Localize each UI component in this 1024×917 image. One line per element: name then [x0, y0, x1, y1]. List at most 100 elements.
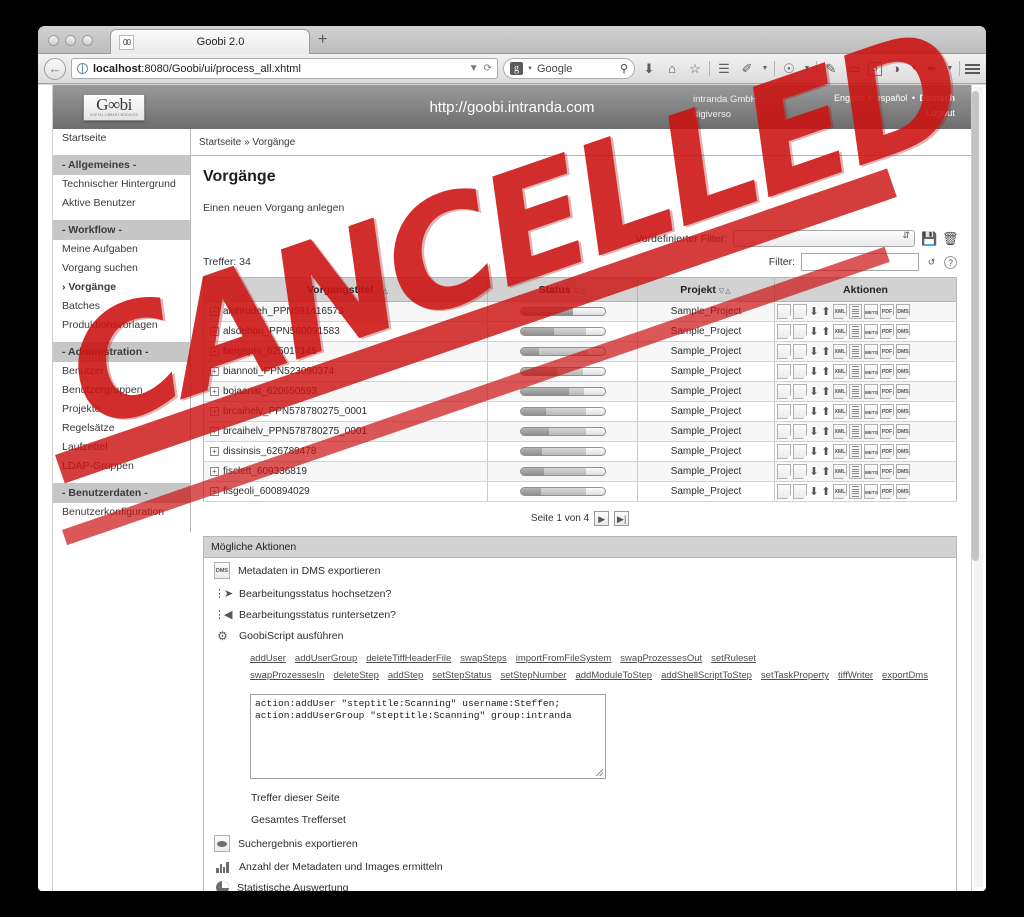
- page-scrollbar-track[interactable]: [972, 87, 983, 887]
- sidebar-item-ldap-gruppen[interactable]: LDAP-Gruppen: [53, 457, 190, 476]
- xml-export-icon[interactable]: XML: [833, 424, 847, 439]
- expand-row-icon[interactable]: +: [210, 366, 219, 376]
- goobiscript-link-setruleset[interactable]: setRuleset: [711, 650, 756, 667]
- sidebar-item-vorgang-suchen[interactable]: Vorgang suchen: [53, 259, 190, 278]
- goobiscript-textarea[interactable]: action:addUser "steptitle:Scanning" user…: [250, 694, 606, 779]
- details-icon[interactable]: [793, 424, 807, 439]
- mets-export-icon[interactable]: METS: [864, 444, 878, 459]
- dms-export-icon[interactable]: DMS: [896, 424, 910, 439]
- mets-export-icon[interactable]: METS: [864, 304, 878, 319]
- browser-tab[interactable]: 00 Goobi 2.0: [110, 29, 310, 54]
- details-icon[interactable]: [793, 384, 807, 399]
- expand-row-icon[interactable]: +: [210, 346, 219, 356]
- process-title-label[interactable]: brcaihelv_PPN578780275_0001: [223, 406, 367, 417]
- details-icon[interactable]: [793, 364, 807, 379]
- expand-row-icon[interactable]: +: [210, 486, 219, 496]
- metadata-icon[interactable]: [849, 384, 862, 399]
- upload-icon[interactable]: ⬆: [821, 445, 831, 458]
- xml-export-icon[interactable]: XML: [833, 484, 847, 499]
- mets-export-icon[interactable]: METS: [864, 344, 878, 359]
- copy-process-icon[interactable]: [777, 444, 791, 459]
- sort-arrows-icon[interactable]: ▽△: [571, 288, 587, 295]
- language-espanol[interactable]: español: [876, 93, 908, 103]
- goobiscript-link-deletetiffheaderfile[interactable]: deleteTiffHeaderFile: [366, 650, 451, 667]
- download-icon[interactable]: ⬇: [809, 365, 819, 378]
- dms-export-icon[interactable]: DMS: [896, 344, 910, 359]
- copy-process-icon[interactable]: [777, 464, 791, 479]
- download-icon[interactable]: ⬇: [809, 425, 819, 438]
- new-process-link[interactable]: Einen neuen Vorgang anlegen: [203, 202, 957, 214]
- eyedropper-caret-icon[interactable]: ▼: [761, 65, 769, 72]
- sidebar-item-benutzer[interactable]: Benutzer: [53, 362, 190, 381]
- screenshot-icon[interactable]: S: [868, 61, 882, 76]
- pdf-export-icon[interactable]: PDF: [880, 384, 894, 399]
- process-title-label[interactable]: biannoti_PPN523090374: [223, 366, 334, 377]
- details-icon[interactable]: [793, 484, 807, 499]
- expand-row-icon[interactable]: +: [210, 386, 219, 396]
- details-icon[interactable]: [793, 464, 807, 479]
- column-header-title[interactable]: Vorgangstitel ▽△: [203, 277, 488, 302]
- download-icon[interactable]: ⬇: [809, 485, 819, 498]
- upload-icon[interactable]: ⬆: [821, 405, 831, 418]
- xml-export-icon[interactable]: XML: [833, 404, 847, 419]
- copy-process-icon[interactable]: [777, 324, 791, 339]
- process-title-label[interactable]: dissinsis_626789478: [223, 446, 316, 457]
- process-title-label[interactable]: fisclett_609336819: [223, 466, 307, 477]
- expand-row-icon[interactable]: +: [210, 446, 219, 456]
- mets-export-icon[interactable]: METS: [864, 384, 878, 399]
- sidebar-item-vorg-nge[interactable]: Vorgänge: [53, 278, 190, 297]
- download-icon[interactable]: ⬇: [809, 465, 819, 478]
- filter-reset-icon[interactable]: ↺: [925, 256, 938, 269]
- copy-process-icon[interactable]: [777, 364, 791, 379]
- sidebar-item-benutzerkonfiguration[interactable]: Benutzerkonfiguration: [53, 503, 190, 522]
- action-status-down[interactable]: ⋮◀ Bearbeitungsstatus runtersetzen?: [204, 604, 956, 625]
- mets-export-icon[interactable]: METS: [864, 424, 878, 439]
- zoom-window-button[interactable]: [82, 35, 93, 46]
- expand-row-icon[interactable]: +: [210, 426, 219, 436]
- process-title-label[interactable]: bojaanat_620650593: [223, 386, 317, 397]
- upload-icon[interactable]: ⬆: [821, 425, 831, 438]
- predefined-filter-select[interactable]: [733, 230, 915, 247]
- close-window-button[interactable]: [48, 35, 59, 46]
- expand-row-icon[interactable]: +: [210, 306, 219, 316]
- pdf-export-icon[interactable]: PDF: [880, 304, 894, 319]
- upload-icon[interactable]: ⬆: [821, 385, 831, 398]
- language-english[interactable]: English: [834, 93, 864, 103]
- scope-entire-hitset[interactable]: Gesamtes Trefferset: [204, 809, 956, 831]
- metadata-icon[interactable]: [849, 404, 862, 419]
- mets-export-icon[interactable]: METS: [864, 364, 878, 379]
- goobiscript-link-deletestep[interactable]: deleteStep: [333, 667, 378, 684]
- filter-input[interactable]: [801, 253, 919, 271]
- next-page-button[interactable]: ▶: [594, 511, 610, 526]
- dms-export-icon[interactable]: DMS: [896, 484, 910, 499]
- table-row[interactable]: + fisclett_609336819 Sample_Project ⬇ ⬆ XML ME…: [203, 461, 957, 482]
- goobiscript-link-addusergroup[interactable]: addUserGroup: [295, 650, 357, 667]
- metadata-icon[interactable]: [849, 484, 862, 499]
- table-row[interactable]: + alsdehou_PPN560091583 Sample_Project ⬇ ⬆ XM…: [203, 321, 957, 342]
- menu-icon[interactable]: [965, 63, 980, 74]
- globe-caret-icon[interactable]: ▼: [803, 65, 811, 72]
- details-icon[interactable]: [793, 404, 807, 419]
- home-icon[interactable]: ⌂: [663, 59, 681, 79]
- action-status-up[interactable]: ⋮➤ Bearbeitungsstatus hochsetzen?: [204, 583, 956, 604]
- page-scrollbar-thumb[interactable]: [972, 91, 979, 561]
- dms-export-icon[interactable]: DMS: [896, 364, 910, 379]
- goobiscript-link-settaskproperty[interactable]: setTaskProperty: [761, 667, 829, 684]
- pdf-export-icon[interactable]: PDF: [880, 324, 894, 339]
- action-export-search-result[interactable]: Suchergebnis exportieren: [204, 831, 956, 856]
- sidebar-item-laufzettel[interactable]: Laufzettel: [53, 438, 190, 457]
- globe-sync-icon[interactable]: ☉: [780, 59, 798, 79]
- upload-icon[interactable]: ⬆: [821, 305, 831, 318]
- filter-help-icon[interactable]: ?: [944, 255, 957, 269]
- metadata-icon[interactable]: [849, 464, 862, 479]
- color-wheel-icon[interactable]: ◑: [887, 59, 905, 79]
- dms-export-icon[interactable]: DMS: [896, 304, 910, 319]
- goobiscript-link-exportdms[interactable]: exportDms: [882, 667, 928, 684]
- metadata-icon[interactable]: [849, 344, 862, 359]
- download-icon[interactable]: ⬇: [809, 445, 819, 458]
- xml-export-icon[interactable]: XML: [833, 384, 847, 399]
- goobiscript-link-setstepnumber[interactable]: setStepNumber: [500, 667, 566, 684]
- copy-process-icon[interactable]: [777, 344, 791, 359]
- details-icon[interactable]: [793, 444, 807, 459]
- copy-process-icon[interactable]: [777, 484, 791, 499]
